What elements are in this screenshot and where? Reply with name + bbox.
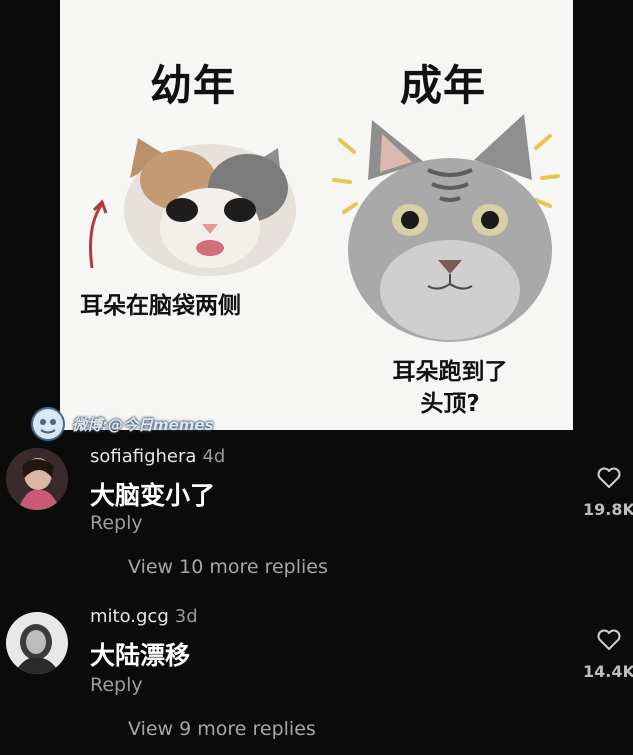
username-text[interactable]: mito.gcg [90,606,169,627]
weibo-avatar-logo-icon [31,407,65,441]
like-count: 14.4K [583,662,633,681]
comment-username[interactable]: mito.gcg 3d [90,606,198,627]
title-young: 幼年 [150,61,237,110]
heart-outline-icon[interactable] [596,466,622,490]
avatar-image [6,448,68,510]
username-text[interactable]: sofiafighera [90,446,196,467]
reply-button[interactable]: Reply [90,674,143,696]
comment-age: 3d [174,606,198,627]
like-count: 19.8K [583,500,633,519]
comment-username[interactable]: sofiafighera 4d [90,446,225,467]
watermark: 微博:@今日memes [30,404,214,444]
comment-text: 大脑变小了 [90,481,216,510]
view-more-replies-link[interactable]: View 9 more replies [128,718,316,740]
caption-adult-line2: 头顶? [420,391,480,417]
heart-outline-icon[interactable] [596,628,622,652]
avatar-image [6,612,68,674]
comment-text: 大陆漂移 [90,641,191,670]
watermark-text: 微博:@今日memes [72,415,214,434]
adult-cat-photo [332,114,560,342]
avatar[interactable] [6,612,68,674]
reply-button[interactable]: Reply [90,512,143,534]
caption-young: 耳朵在脑袋两侧 [80,293,241,319]
avatar[interactable] [6,448,68,510]
caption-adult: 耳朵跑到了 头顶? [360,356,540,420]
comment-age: 4d [202,446,226,467]
view-more-replies-link[interactable]: View 10 more replies [128,556,328,578]
meme-image[interactable]: 幼年 成年 耳朵在脑袋两侧 耳朵跑到了 头顶? [60,0,573,430]
caption-adult-line1: 耳朵跑到了 [392,359,508,385]
kitten-photo [88,138,296,276]
